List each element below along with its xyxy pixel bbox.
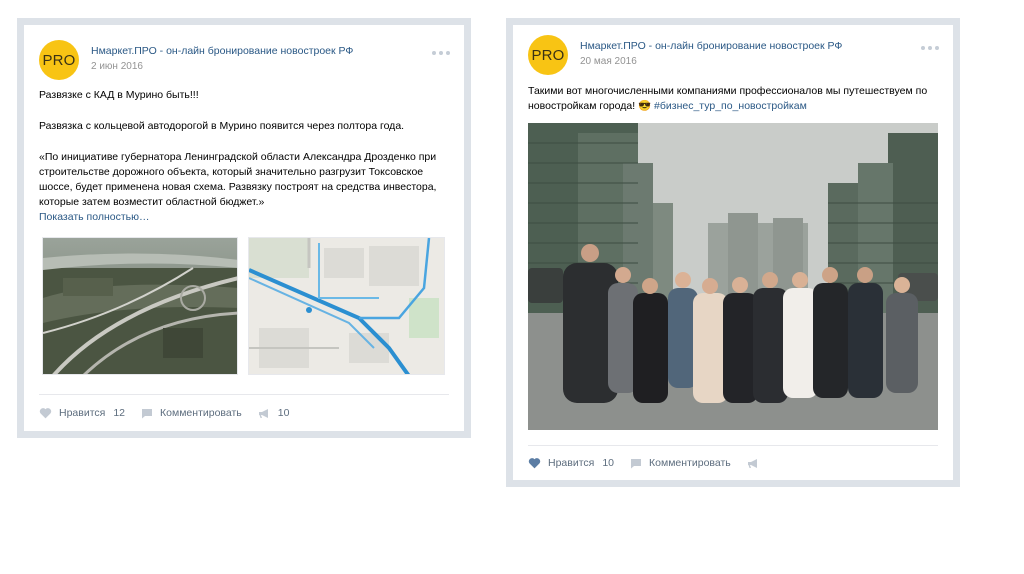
comment-button[interactable]: Комментировать	[630, 457, 731, 469]
share-button[interactable]: 10	[258, 407, 290, 419]
share-count: 10	[277, 407, 290, 419]
post-date[interactable]: 2 июн 2016	[91, 61, 143, 72]
divider	[39, 394, 449, 395]
group-photo[interactable]	[528, 123, 938, 430]
divider	[528, 445, 938, 446]
megaphone-icon	[747, 458, 757, 468]
like-button[interactable]: Нравится 10	[528, 457, 614, 469]
comment-label: Комментировать	[160, 407, 242, 419]
like-button[interactable]: Нравится 12	[39, 407, 125, 419]
post-actions: Нравится 12 Комментировать 10	[39, 407, 305, 419]
post-date[interactable]: 20 мая 2016	[580, 56, 637, 67]
more-options-icon[interactable]	[921, 45, 939, 51]
post-text-quote: «По инициативе губернатора Ленинградской…	[39, 151, 437, 208]
post-text-title: Развязке с КАД в Мурино быть!!!	[39, 89, 199, 101]
avatar[interactable]: PRO	[39, 40, 79, 80]
post-text-paragraph: Развязка с кольцевой автодорогой в Мурин…	[39, 120, 405, 132]
author-name[interactable]: Нмаркет.ПРО - он-лайн бронирование новос…	[580, 40, 842, 52]
post-card: PRO Нмаркет.ПРО - он-лайн бронирование н…	[24, 25, 464, 431]
heart-icon	[39, 408, 52, 419]
author-name[interactable]: Нмаркет.ПРО - он-лайн бронирование новос…	[91, 45, 353, 57]
comment-button[interactable]: Комментировать	[141, 407, 242, 419]
post-text: Такими вот многочисленными компаниями пр…	[528, 84, 943, 114]
comment-icon	[142, 408, 153, 418]
heart-icon	[528, 458, 541, 469]
avatar[interactable]: PRO	[528, 35, 568, 75]
aerial-photo[interactable]	[42, 237, 238, 375]
megaphone-icon	[258, 408, 268, 418]
comment-label: Комментировать	[649, 457, 731, 469]
comment-icon	[631, 458, 642, 468]
share-button[interactable]	[747, 458, 767, 469]
like-count: 10	[602, 457, 615, 469]
hashtag-link[interactable]: #бизнес_тур_по_новостройкам	[654, 100, 807, 112]
like-label: Нравится	[548, 457, 595, 469]
like-count: 12	[113, 407, 126, 419]
post-actions: Нравится 10 Комментировать	[528, 457, 783, 469]
like-label: Нравится	[59, 407, 106, 419]
show-more-link[interactable]: Показать полностью…	[39, 211, 150, 223]
more-options-icon[interactable]	[432, 50, 450, 56]
post-card: PRO Нмаркет.ПРО - он-лайн бронирование н…	[513, 25, 953, 480]
map-image[interactable]	[248, 237, 445, 375]
